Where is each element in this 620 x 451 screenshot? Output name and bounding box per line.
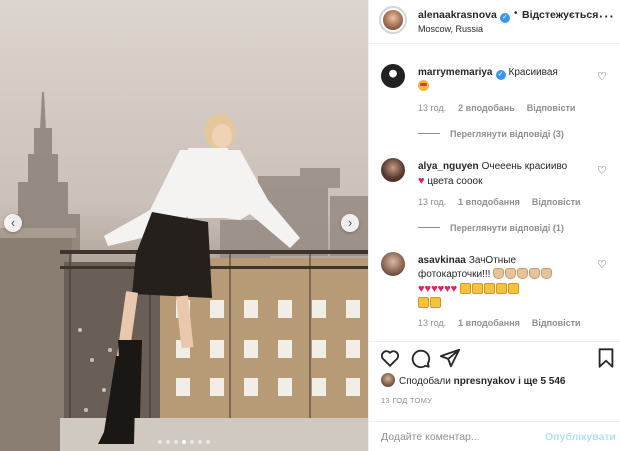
author-avatar[interactable] (379, 6, 407, 34)
photo-scene (0, 0, 368, 451)
carousel-prev-button[interactable]: ‹ (4, 214, 22, 232)
bookmark-icon[interactable] (595, 347, 617, 369)
comment-body: ЗачОтные (468, 255, 517, 266)
thumbs-up-emoji-icon (495, 283, 507, 294)
thumbs-up-emoji-icon (459, 283, 471, 294)
red-heart-emoji-icon: ♥ (418, 175, 425, 187)
thumbs-up-emoji-icon (471, 283, 483, 294)
chevron-right-icon: › (347, 215, 353, 230)
clapping-hands-emoji-icon (517, 268, 529, 279)
commenter-avatar[interactable] (381, 158, 405, 182)
comment-like-heart-icon[interactable]: ♡ (597, 70, 607, 83)
comment-item: marrymemariya ✓ Красиивая ♡ 13 год. 2 вподо… (369, 62, 620, 147)
comment-icon[interactable] (409, 347, 431, 369)
comment-body-line2: фотокарточки!!! (418, 269, 491, 280)
comment-meta: 13 год. 1 вподобання Відповісти (418, 318, 593, 328)
reply-button[interactable]: Відповісти (527, 103, 576, 113)
carousel-dot (182, 440, 186, 444)
comment-likes[interactable]: 1 вподобання (458, 197, 520, 207)
thumbs-up-emoji-icon (430, 297, 441, 308)
carousel-dot (206, 440, 210, 444)
more-options-icon[interactable]: ··· (599, 9, 615, 24)
view-replies-label[interactable]: Переглянути відповіді (1) (450, 223, 564, 233)
comment-body-line2: цвета сооок (427, 176, 483, 187)
commenter-avatar[interactable] (381, 252, 405, 276)
liker-avatar[interactable] (381, 373, 395, 387)
carousel-dot (174, 440, 178, 444)
commenter-avatar[interactable] (381, 64, 405, 88)
verified-badge-icon: ✓ (495, 70, 506, 80)
clapping-hands-emoji-icon (493, 268, 505, 279)
reply-button[interactable]: Відповісти (532, 318, 581, 328)
comment-input[interactable] (381, 428, 541, 446)
verified-badge-icon: ✓ (499, 13, 510, 23)
clapping-hands-emoji-icon (541, 268, 553, 279)
comment-time[interactable]: 13 год. (418, 318, 446, 328)
comment-text: marrymemariya ✓ Красиивая (418, 66, 594, 94)
comment-text: alya_nguyen Очееень красииво ♥ цвета сооо… (418, 160, 594, 189)
carousel-indicator (0, 440, 368, 444)
comment-likes[interactable]: 1 вподобання (458, 318, 520, 328)
clapping-hands-emoji-icon (505, 268, 517, 279)
post-sidebar: alenaakrasnova ✓ • Відстежується Moscow, … (368, 0, 620, 451)
clapping-hands-emoji-icon (529, 268, 541, 279)
carousel-dot (198, 440, 202, 444)
heart-icon[interactable] (379, 347, 401, 369)
comment-meta: 13 год. 1 вподобання Відповісти (418, 197, 593, 207)
add-comment-bar: Опублікувати (369, 421, 620, 451)
thumbs-up-emoji-icon (507, 283, 519, 294)
reply-button[interactable]: Відповісти (532, 197, 581, 207)
post-timestamp[interactable]: 13 ГОД ТОМУ (381, 396, 432, 405)
comment-meta: 13 год. 2 вподобань Відповісти (418, 103, 587, 113)
commenter-username[interactable]: asavkinaa (418, 255, 466, 266)
comment-body: Очееень красииво (481, 161, 568, 172)
comment-time[interactable]: 13 год. (418, 197, 446, 207)
instagram-post: ‹ › alenaakrasnova ✓ • Відстежується Mosc… (0, 0, 620, 451)
likes-prefix: Сподобали (399, 376, 451, 387)
commenter-username[interactable]: alya_nguyen (418, 161, 479, 172)
thumbs-up-emoji-icon (483, 283, 495, 294)
red-heart-emoji-icon: ♥♥♥♥♥♥ (418, 283, 458, 295)
carousel-dot (166, 440, 170, 444)
likes-count-link[interactable]: і ще 5 546 (518, 376, 565, 387)
commenter-username[interactable]: marrymemariya (418, 67, 493, 78)
comment-body: Красиивая (508, 67, 558, 78)
comment-like-heart-icon[interactable]: ♡ (597, 164, 607, 177)
send-icon[interactable] (439, 347, 461, 369)
post-photo[interactable]: ‹ › (0, 0, 368, 451)
author-username[interactable]: alenaakrasnova ✓ (418, 9, 510, 23)
post-location[interactable]: Moscow, Russia (418, 24, 483, 34)
view-replies-label[interactable]: Переглянути відповіді (3) (450, 129, 564, 139)
heart-eyes-emoji-icon (418, 80, 429, 91)
chevron-left-icon: ‹ (10, 215, 16, 230)
post-action-bar (369, 341, 620, 373)
carousel-next-button[interactable]: › (341, 214, 359, 232)
view-replies-button[interactable]: Переглянути відповіді (1) (418, 223, 564, 233)
post-header: alenaakrasnova ✓ • Відстежується Moscow, … (369, 0, 620, 44)
comment-like-heart-icon[interactable]: ♡ (597, 258, 607, 271)
carousel-dot (190, 440, 194, 444)
comment-text: asavkinaa ЗачОтные фотокарточки!!! ♥♥♥♥♥♥ (418, 254, 594, 311)
follow-status-button[interactable]: Відстежується (522, 9, 598, 21)
comment-item: asavkinaa ЗачОтные фотокарточки!!! ♥♥♥♥♥♥… (369, 250, 620, 335)
carousel-dot (158, 440, 162, 444)
comment-likes[interactable]: 2 вподобань (458, 103, 515, 113)
likes-summary: Сподобали npresnyakov і ще 5 546 (381, 373, 565, 389)
header-separator: • (514, 8, 518, 19)
comment-item: alya_nguyen Очееень красииво ♥ цвета сооо… (369, 156, 620, 241)
thumbs-up-emoji-icon (418, 297, 429, 308)
view-replies-button[interactable]: Переглянути відповіді (3) (418, 129, 564, 139)
publish-button[interactable]: Опублікувати (545, 431, 616, 443)
author-username-text[interactable]: alenaakrasnova (418, 9, 497, 21)
comment-time[interactable]: 13 год. (418, 103, 446, 113)
liker-username[interactable]: npresnyakov (454, 376, 516, 387)
